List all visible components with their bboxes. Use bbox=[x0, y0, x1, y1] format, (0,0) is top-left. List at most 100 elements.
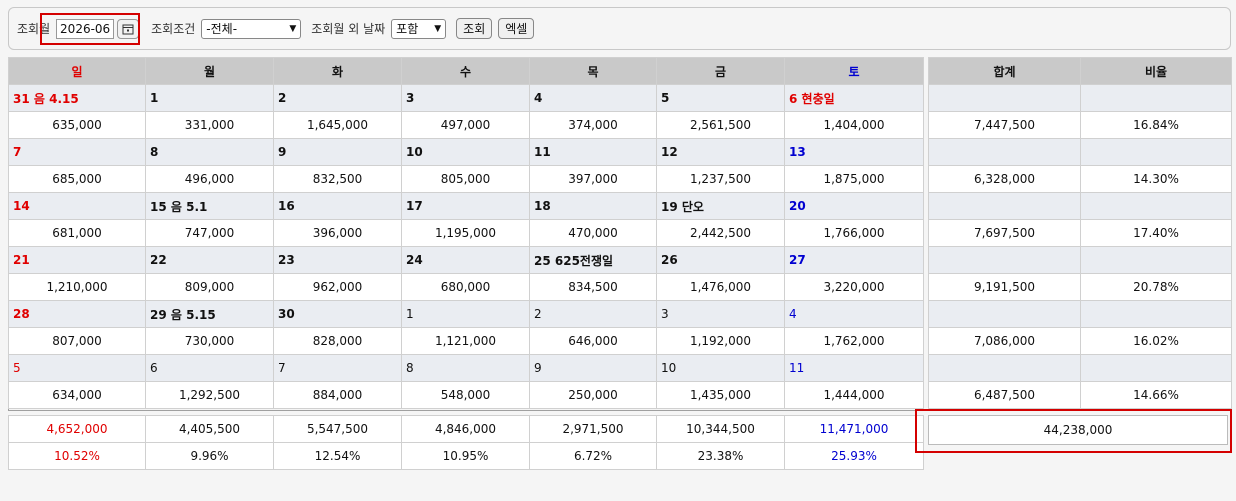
day-amount: 685,000 bbox=[8, 165, 146, 193]
day-cell[interactable]: 9 bbox=[273, 138, 402, 166]
day-cell[interactable]: 11 bbox=[529, 138, 657, 166]
day-cell[interactable]: 21 bbox=[8, 246, 146, 274]
day-cell[interactable]: 1 bbox=[145, 84, 274, 112]
day-cell[interactable]: 20 bbox=[784, 192, 924, 220]
month-input[interactable]: 2026-06 bbox=[56, 18, 115, 39]
day-amount: 1,292,500 bbox=[145, 381, 274, 409]
condition-label: 조회조건 bbox=[151, 22, 196, 36]
day-cell[interactable]: 7 bbox=[8, 138, 146, 166]
weekday-ratio: 25.93% bbox=[784, 442, 924, 470]
day-cell[interactable]: 28 bbox=[8, 300, 146, 328]
weekday-header: 일 bbox=[8, 57, 146, 85]
day-cell[interactable]: 8 bbox=[401, 354, 530, 382]
day-cell[interactable]: 25 625전쟁일 bbox=[529, 246, 657, 274]
day-amount: 809,000 bbox=[145, 273, 274, 301]
weekday-total: 11,471,000 bbox=[784, 415, 924, 443]
day-cell[interactable]: 3 bbox=[401, 84, 530, 112]
day-cell[interactable]: 31 음 4.15 bbox=[8, 84, 146, 112]
weekday-ratio: 12.54% bbox=[273, 442, 402, 470]
day-cell[interactable]: 18 bbox=[529, 192, 657, 220]
summary-value-row: 7,086,000 16.02% bbox=[928, 327, 1232, 355]
weekday-total: 4,652,000 bbox=[8, 415, 146, 443]
day-cell[interactable]: 11 bbox=[784, 354, 924, 382]
summary-blank-cell bbox=[1080, 192, 1232, 220]
weekday-ratio: 10.95% bbox=[401, 442, 530, 470]
summary-blank-row bbox=[928, 246, 1232, 274]
day-amount: 2,561,500 bbox=[656, 111, 785, 139]
day-number-row: 28 29 음 5.15 30 1 2 3 4 bbox=[8, 300, 924, 328]
day-number-row: 14 15 음 5.1 16 17 18 19 단오 20 bbox=[8, 192, 924, 220]
day-cell[interactable]: 22 bbox=[145, 246, 274, 274]
day-cell[interactable]: 19 단오 bbox=[656, 192, 785, 220]
other-dates-select[interactable]: 포함 ▼ bbox=[391, 18, 447, 39]
excel-button[interactable]: 엑셀 bbox=[498, 18, 535, 39]
day-amount: 396,000 bbox=[273, 219, 402, 247]
summary-blank-cell bbox=[1080, 354, 1232, 382]
month-label: 조회월 bbox=[17, 22, 51, 36]
day-cell[interactable]: 1 bbox=[401, 300, 530, 328]
day-cell[interactable]: 27 bbox=[784, 246, 924, 274]
day-cell[interactable]: 14 bbox=[8, 192, 146, 220]
day-cell[interactable]: 10 bbox=[401, 138, 530, 166]
week-total: 7,697,500 bbox=[928, 219, 1081, 247]
chevron-down-icon: ▼ bbox=[434, 23, 442, 34]
week-ratio: 14.30% bbox=[1080, 165, 1232, 193]
day-cell[interactable]: 2 bbox=[273, 84, 402, 112]
summary-blank-cell bbox=[928, 138, 1081, 166]
calendar-table: 일월화수목금토 31 음 4.15 1 2 3 4 5 6 현충일 635,000 331,00… bbox=[8, 57, 924, 409]
day-number-row: 31 음 4.15 1 2 3 4 5 6 현충일 bbox=[8, 84, 924, 112]
day-cell[interactable]: 30 bbox=[273, 300, 402, 328]
day-cell[interactable]: 16 bbox=[273, 192, 402, 220]
condition-select[interactable]: -전체- ▼ bbox=[201, 18, 302, 39]
day-cell[interactable]: 5 bbox=[8, 354, 146, 382]
day-cell[interactable]: 12 bbox=[656, 138, 785, 166]
day-amount: 548,000 bbox=[401, 381, 530, 409]
day-cell[interactable]: 26 bbox=[656, 246, 785, 274]
day-amount: 1,404,000 bbox=[784, 111, 924, 139]
day-cell[interactable]: 13 bbox=[784, 138, 924, 166]
summary-blank-row bbox=[928, 354, 1232, 382]
search-button[interactable]: 조회 bbox=[456, 18, 493, 39]
weekday-header: 월 bbox=[145, 57, 274, 85]
other-dates-label: 조회월 외 날짜 bbox=[311, 22, 386, 36]
day-cell[interactable]: 6 현충일 bbox=[784, 84, 924, 112]
day-cell[interactable]: 9 bbox=[529, 354, 657, 382]
day-amount: 397,000 bbox=[529, 165, 657, 193]
day-cell[interactable]: 29 음 5.15 bbox=[145, 300, 274, 328]
day-amount: 747,000 bbox=[145, 219, 274, 247]
weekday-header: 목 bbox=[529, 57, 657, 85]
summary-blank-cell bbox=[1080, 84, 1232, 112]
day-cell[interactable]: 24 bbox=[401, 246, 530, 274]
totals-ratios-row: 10.52% 9.96% 12.54% 10.95% 6.72% 23.38% 25.93% bbox=[8, 442, 924, 470]
day-cell[interactable]: 6 bbox=[145, 354, 274, 382]
summary-blank-cell bbox=[928, 354, 1081, 382]
totals-values-row: 4,652,000 4,405,500 5,547,500 4,846,000 2,97… bbox=[8, 415, 924, 443]
day-value-row: 635,000 331,000 1,645,000 497,000 374,000 2,5… bbox=[8, 111, 924, 139]
summary-blank-cell bbox=[1080, 300, 1232, 328]
day-cell[interactable]: 4 bbox=[784, 300, 924, 328]
day-cell[interactable]: 4 bbox=[529, 84, 657, 112]
summary-header-ratio: 비율 bbox=[1080, 57, 1232, 85]
week-ratio: 14.66% bbox=[1080, 381, 1232, 409]
week-total: 7,447,500 bbox=[928, 111, 1081, 139]
summary-value-row: 6,487,500 14.66% bbox=[928, 381, 1232, 409]
day-cell[interactable]: 17 bbox=[401, 192, 530, 220]
day-amount: 680,000 bbox=[401, 273, 530, 301]
day-cell[interactable]: 10 bbox=[656, 354, 785, 382]
day-amount: 470,000 bbox=[529, 219, 657, 247]
day-cell[interactable]: 3 bbox=[656, 300, 785, 328]
calendar-button[interactable] bbox=[117, 18, 140, 39]
day-cell[interactable]: 5 bbox=[656, 84, 785, 112]
weekday-total: 10,344,500 bbox=[656, 415, 785, 443]
day-cell[interactable]: 8 bbox=[145, 138, 274, 166]
day-cell[interactable]: 15 음 5.1 bbox=[145, 192, 274, 220]
summary-blank-cell bbox=[1080, 138, 1232, 166]
filter-bar: 조회월 2026-06 조회조건 -전체- ▼ 조회월 외 날짜 포함 ▼ 조회… bbox=[8, 7, 1231, 50]
day-number-row: 21 22 23 24 25 625전쟁일 26 27 bbox=[8, 246, 924, 274]
day-amount: 832,500 bbox=[273, 165, 402, 193]
day-cell[interactable]: 2 bbox=[529, 300, 657, 328]
grand-total: 44,238,000 bbox=[928, 415, 1228, 445]
summary-header-total: 합계 bbox=[928, 57, 1081, 85]
day-cell[interactable]: 7 bbox=[273, 354, 402, 382]
day-cell[interactable]: 23 bbox=[273, 246, 402, 274]
